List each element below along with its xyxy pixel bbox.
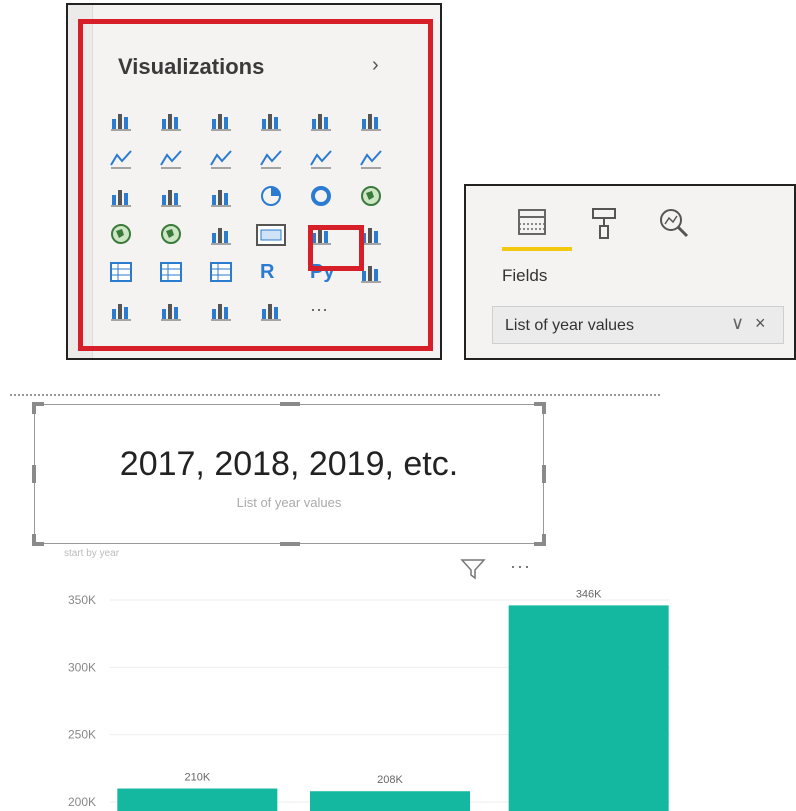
waterfall-icon[interactable] [110,185,132,207]
line-stacked-column-icon[interactable] [310,147,332,169]
collapse-chevron-icon[interactable]: › [372,54,379,77]
more-label: ··· [310,299,328,319]
donut-icon[interactable] [310,185,332,207]
field-well-item-label: List of year values [505,317,634,334]
data-label: 210K [184,772,210,784]
fields-tab-icon[interactable] [516,206,550,238]
bar[interactable] [117,788,278,811]
card-value: 2017, 2018, 2019, etc. [119,445,459,483]
pie-icon[interactable] [260,185,282,207]
column-chart: 200K 250K 300K 350K 210K 208K 346K [68,588,670,811]
chevron-down-icon[interactable]: ∨ [731,313,744,334]
resize-handle[interactable] [280,542,300,546]
qa-icon[interactable] [160,299,182,321]
resize-handle[interactable] [32,402,36,414]
100-stacked-bar-icon[interactable] [310,109,332,131]
ribbon-chart-icon[interactable] [360,147,382,169]
y-axis-tick-label: 300K [68,660,96,674]
resize-handle[interactable] [280,402,300,406]
fields-tab-underline [502,247,572,251]
clustered-column-icon[interactable] [260,109,282,131]
field-well-item[interactable]: List of year values ∨ × [492,306,784,344]
card-icon-selection-box [308,225,364,271]
resize-handle[interactable] [542,402,546,414]
slicer-icon[interactable] [110,261,132,283]
line-clustered-column-icon[interactable] [260,147,282,169]
paginated-icon[interactable] [260,299,282,321]
card-visual[interactable]: 2017, 2018, 2019, etc. List of year valu… [32,402,546,546]
fields-tab-label[interactable]: Fields [502,266,547,286]
100-stacked-column-icon[interactable] [360,109,382,131]
line-chart-icon[interactable] [110,147,132,169]
smart-narrative-icon[interactable] [210,299,232,321]
gauge-icon[interactable] [210,223,232,245]
visualizations-title: Visualizations [118,54,265,79]
funnel-icon[interactable] [160,185,182,207]
treemap-icon[interactable] [360,185,382,207]
visualizations-pane: Visualizations › R Py ··· [66,3,442,360]
matrix-icon[interactable] [210,261,232,283]
bar[interactable] [508,605,669,811]
y-axis-tick-label: 250K [68,728,96,742]
decomposition-tree-icon[interactable] [110,299,132,321]
fields-pane: Fields List of year values ∨ × [464,184,796,360]
area-chart-icon[interactable] [160,147,182,169]
close-icon[interactable]: × [755,313,766,334]
y-axis-tick-label: 350K [68,593,96,607]
table-icon[interactable] [160,261,182,283]
stacked-bar-icon[interactable] [110,109,132,131]
stacked-column-icon[interactable] [160,109,182,131]
resize-handle[interactable] [542,534,546,546]
r-label: R [260,261,275,283]
stacked-area-icon[interactable] [210,147,232,169]
canvas-divider [10,394,660,396]
filled-map-icon[interactable] [160,223,182,245]
format-paint-roller-icon[interactable] [590,206,620,240]
r-visual-icon[interactable]: R [260,261,282,283]
visualization-icon-grid: R Py ··· [110,109,400,339]
card-category-label: List of year values [236,495,342,510]
analytics-magnifier-icon[interactable] [656,206,692,240]
y-axis-tick-label: 200K [68,795,96,809]
card-icon[interactable] [256,223,286,246]
resize-handle[interactable] [32,534,36,546]
data-label: 208K [377,774,403,786]
more-icon[interactable]: ··· [310,299,332,321]
bar[interactable] [310,791,470,811]
clustered-bar-icon[interactable] [210,109,232,131]
map-icon[interactable] [110,223,132,245]
data-label: 346K [576,588,602,600]
scatter-icon[interactable] [210,185,232,207]
chart-title: start by year [64,548,120,559]
